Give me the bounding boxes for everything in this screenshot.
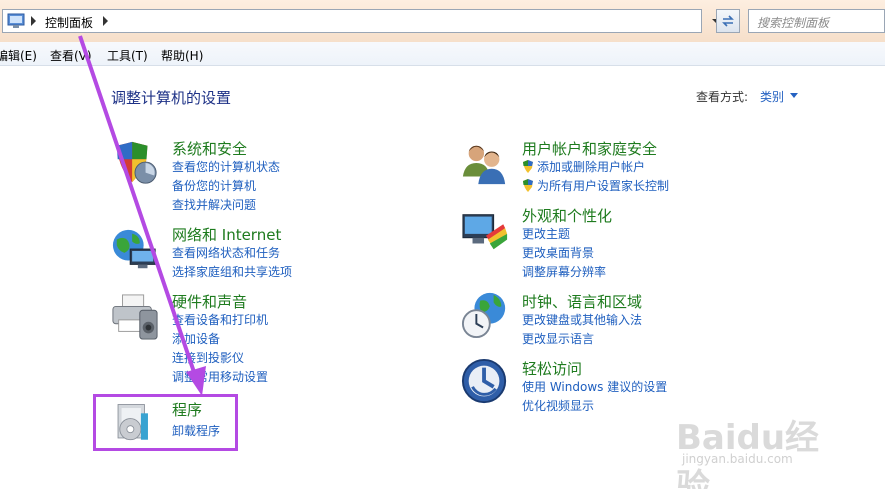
link-devices-printers[interactable]: 查看设备和打印机 bbox=[172, 311, 268, 328]
search-input[interactable]: 搜索控制面板 bbox=[748, 9, 885, 33]
category-title-network[interactable]: 网络和 Internet bbox=[172, 224, 281, 245]
watermark-url: jingyan.baidu.com bbox=[682, 452, 793, 466]
breadcrumb-chevron-icon[interactable] bbox=[31, 16, 36, 26]
link-screen-resolution[interactable]: 调整屏幕分辨率 bbox=[522, 263, 606, 280]
breadcrumb-control-panel[interactable]: 控制面板 bbox=[45, 14, 93, 31]
link-homegroup-sharing[interactable]: 选择家庭组和共享选项 bbox=[172, 263, 292, 280]
link-windows-suggest-settings[interactable]: 使用 Windows 建议的设置 bbox=[522, 378, 667, 395]
link-mobility-settings[interactable]: 调整常用移动设置 bbox=[172, 368, 268, 385]
link-optimize-display[interactable]: 优化视频显示 bbox=[522, 397, 594, 414]
clock-globe-icon[interactable] bbox=[461, 291, 509, 339]
category-clock-language: 时钟、语言和区域 更改键盘或其他输入法 更改显示语言 bbox=[461, 291, 681, 349]
refresh-icon bbox=[722, 15, 734, 27]
link-parental-controls[interactable]: 为所有用户设置家长控制 bbox=[522, 177, 669, 194]
uac-shield-icon bbox=[523, 179, 533, 192]
link-add-remove-accounts[interactable]: 添加或删除用户帐户 bbox=[522, 158, 645, 175]
link-add-remove-accounts-text: 添加或删除用户帐户 bbox=[537, 160, 646, 174]
category-hardware-sound: 硬件和声音 查看设备和打印机 添加设备 连接到投影仪 调整常用移动设置 bbox=[111, 291, 331, 387]
users-icon[interactable] bbox=[461, 140, 509, 188]
category-user-accounts: 用户帐户和家庭安全 添加或删除用户帐户 为所有用户设置家长控制 bbox=[461, 138, 721, 194]
link-add-device[interactable]: 添加设备 bbox=[172, 330, 220, 347]
control-panel-icon bbox=[7, 13, 25, 28]
link-parental-controls-text: 为所有用户设置家长控制 bbox=[537, 179, 670, 193]
breadcrumb-chevron-icon[interactable] bbox=[103, 16, 108, 26]
watermark-logo: Baidu经验 bbox=[676, 418, 820, 489]
link-backup-computer[interactable]: 备份您的计算机 bbox=[172, 177, 256, 194]
menu-tools[interactable]: 工具(T) bbox=[107, 47, 148, 64]
view-by-dropdown[interactable]: 类别 bbox=[760, 88, 799, 105]
menu-bar: 编辑(E) 查看(V) 工具(T) 帮助(H) bbox=[0, 42, 885, 66]
ease-of-access-icon[interactable] bbox=[461, 358, 509, 406]
link-change-theme[interactable]: 更改主题 bbox=[522, 225, 570, 242]
menu-view[interactable]: 查看(V) bbox=[50, 47, 92, 64]
category-appearance: 外观和个性化 更改主题 更改桌面背景 调整屏幕分辨率 bbox=[461, 205, 681, 281]
link-view-computer-status[interactable]: 查看您的计算机状态 bbox=[172, 158, 280, 175]
category-title-users[interactable]: 用户帐户和家庭安全 bbox=[522, 138, 657, 159]
category-title-hardware[interactable]: 硬件和声音 bbox=[172, 291, 247, 312]
menu-help[interactable]: 帮助(H) bbox=[161, 47, 203, 64]
category-ease-of-access: 轻松访问 使用 Windows 建议的设置 优化视频显示 bbox=[461, 358, 701, 414]
view-by-label: 查看方式: bbox=[696, 90, 749, 104]
link-network-status[interactable]: 查看网络状态和任务 bbox=[172, 244, 280, 261]
category-network: 网络和 Internet 查看网络状态和任务 选择家庭组和共享选项 bbox=[111, 224, 331, 284]
link-connect-projector[interactable]: 连接到投影仪 bbox=[172, 349, 244, 366]
link-display-language[interactable]: 更改显示语言 bbox=[522, 330, 594, 347]
shield-icon[interactable] bbox=[111, 140, 159, 188]
printer-icon[interactable] bbox=[111, 293, 159, 341]
search-placeholder: 搜索控制面板 bbox=[757, 16, 830, 30]
category-title-system[interactable]: 系统和安全 bbox=[172, 138, 247, 159]
monitor-palette-icon[interactable] bbox=[461, 207, 509, 255]
category-system-security: 系统和安全 查看您的计算机状态 备份您的计算机 查找并解决问题 bbox=[111, 138, 331, 214]
link-desktop-background[interactable]: 更改桌面背景 bbox=[522, 244, 594, 261]
category-title-clock[interactable]: 时钟、语言和区域 bbox=[522, 291, 642, 312]
network-globe-icon[interactable] bbox=[111, 226, 159, 274]
link-troubleshoot[interactable]: 查找并解决问题 bbox=[172, 196, 256, 213]
menu-edit[interactable]: 编辑(E) bbox=[0, 47, 37, 64]
category-title-ease[interactable]: 轻松访问 bbox=[522, 358, 582, 379]
category-title-appearance[interactable]: 外观和个性化 bbox=[522, 205, 612, 226]
link-keyboard-input[interactable]: 更改键盘或其他输入法 bbox=[522, 311, 642, 328]
programs-highlight-box bbox=[93, 394, 238, 451]
address-bar-area: 控制面板 搜索控制面板 bbox=[0, 0, 885, 42]
uac-shield-icon bbox=[523, 160, 533, 173]
address-box[interactable]: 控制面板 bbox=[2, 9, 702, 33]
baidu-watermark: Baidu经验 jingyan.baidu.com bbox=[676, 410, 846, 489]
page-title: 调整计算机的设置 bbox=[111, 89, 232, 107]
refresh-button[interactable] bbox=[716, 9, 740, 33]
